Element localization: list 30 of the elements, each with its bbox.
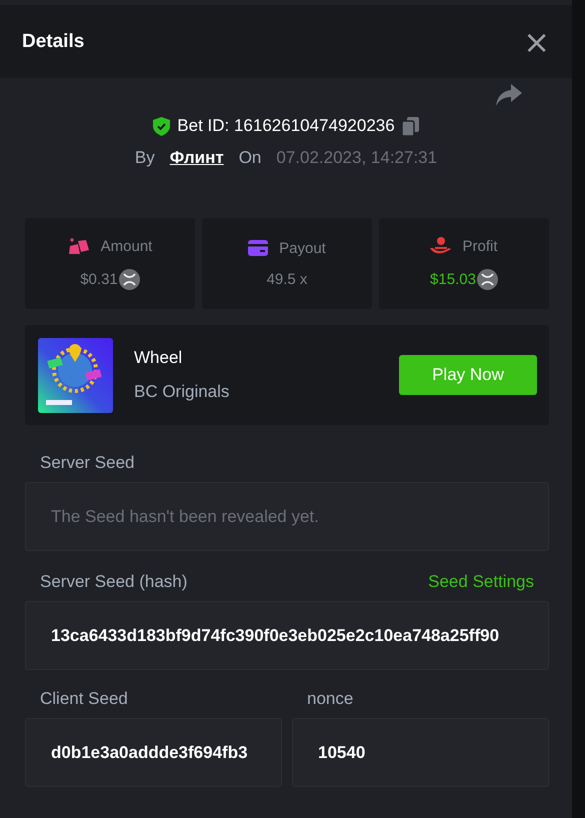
game-provider: BC Originals [134, 382, 230, 402]
stat-value: $15.03 [430, 271, 476, 288]
field-label: Client Seed [40, 689, 128, 709]
seed-settings-link[interactable]: Seed Settings [428, 572, 534, 592]
game-name: Wheel [134, 348, 184, 368]
currency-icon [476, 269, 498, 290]
stat-value: 49.5 x [266, 270, 308, 288]
bet-id: Bet ID: 16162610474920236 [177, 116, 395, 136]
user-link[interactable]: Флинт [170, 148, 224, 168]
currency-icon [118, 269, 140, 290]
stat-label: Payout [279, 240, 326, 256]
modal-title: Details [22, 30, 84, 52]
stat-label: Amount [100, 238, 152, 254]
bet-date: 07.02.2023, 14:27:31 [276, 148, 438, 168]
card-icon [248, 240, 268, 256]
on-label: On [238, 148, 262, 168]
share-icon[interactable] [496, 84, 522, 106]
field-label: nonce [307, 689, 354, 709]
stat-value: $0.31 [80, 271, 118, 288]
seed-field[interactable]: d0b1e3a0addde3f694fb3 [25, 718, 282, 787]
by-label: By [134, 148, 155, 168]
seed-field[interactable]: 10540 [292, 718, 549, 787]
stat-label: Profit [462, 238, 498, 254]
close-button[interactable]: × [523, 26, 550, 58]
hand-user-icon [430, 237, 452, 255]
coins-icon [68, 237, 90, 255]
field-label: Server Seed (hash) [40, 572, 188, 592]
seed-field[interactable]: 13ca6433d183bf9d74fc390f0e3eb025e2c10ea748a25ff90 [25, 601, 549, 670]
copy-icon[interactable] [402, 116, 419, 136]
field-label: Server Seed [40, 453, 134, 473]
